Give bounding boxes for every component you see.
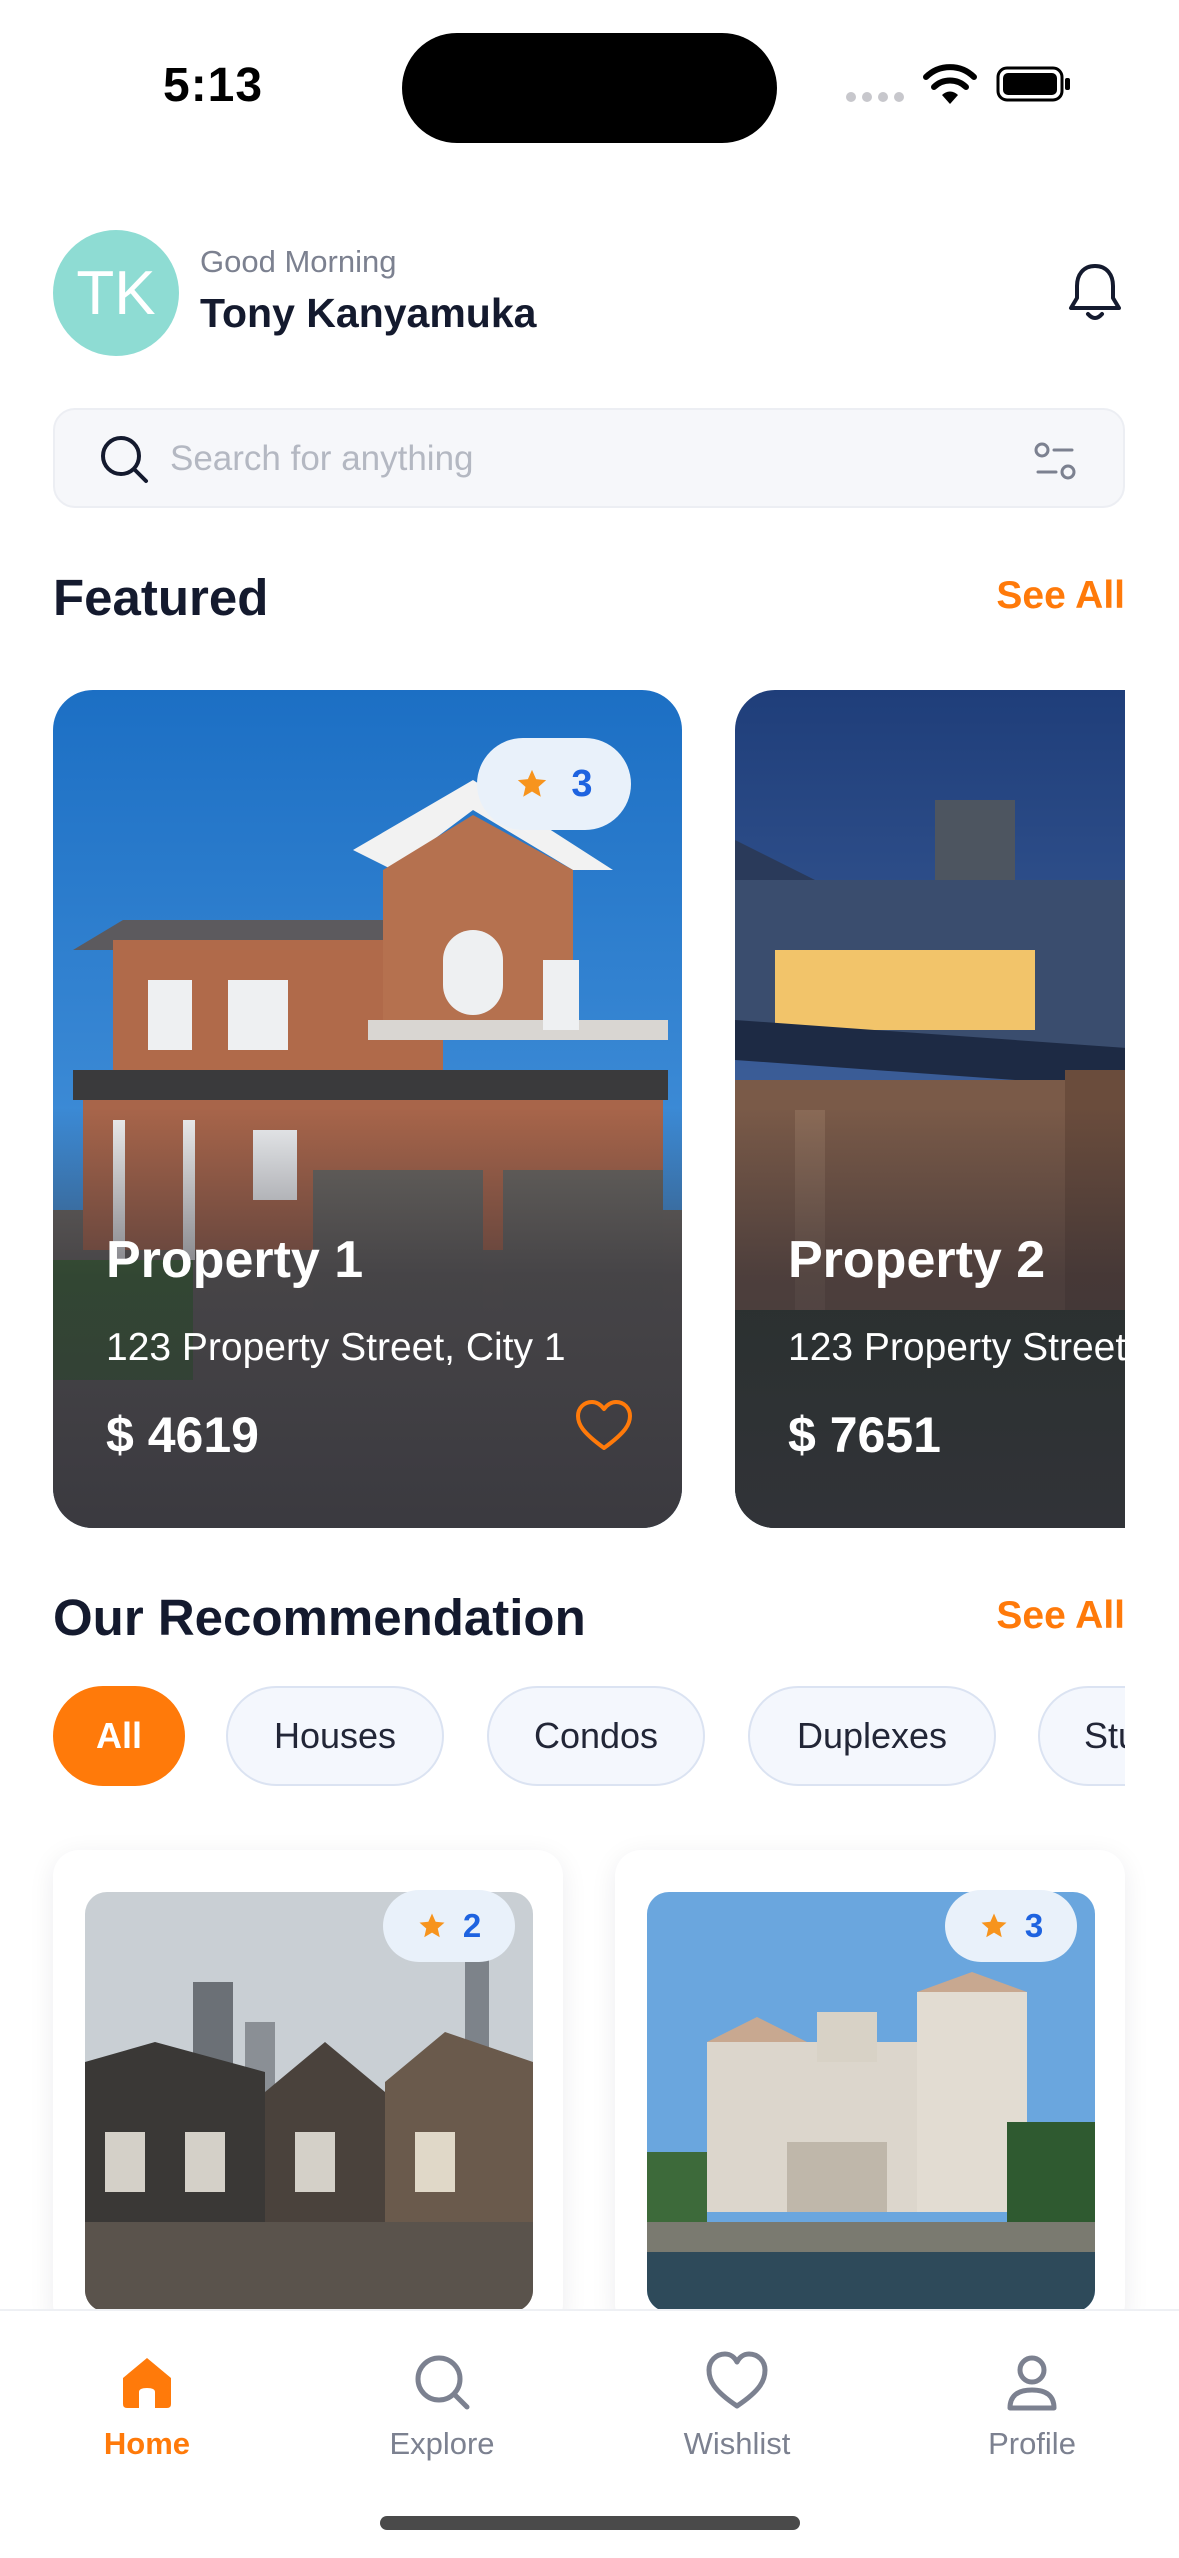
nav-label: Wishlist <box>683 2426 791 2461</box>
signal-dot-icon <box>862 92 872 102</box>
greeting-text: Good Morning <box>200 244 397 279</box>
dynamic-island <box>402 33 777 143</box>
search-icon <box>415 2355 470 2410</box>
signal-dot-icon <box>846 92 856 102</box>
rating-badge: 2 <box>383 1890 515 1962</box>
property-address: 123 Property Street, City 1 <box>106 1326 566 1369</box>
wifi-icon <box>923 64 977 104</box>
property-price: $ 4619 <box>106 1407 259 1463</box>
nav-item-explore[interactable]: Explore <box>342 2350 542 2462</box>
property-address: 123 Property Street, City 2 <box>788 1326 1125 1369</box>
rating-value: 2 <box>462 1907 482 1944</box>
property-name: Property 1 <box>106 1231 364 1289</box>
card-overlay <box>53 1108 682 1528</box>
property-name: Property 2 <box>788 1231 1046 1289</box>
battery-icon <box>996 66 1070 102</box>
recommendation-see-all-link[interactable]: See All <box>880 1594 1125 1638</box>
featured-see-all-link[interactable]: See All <box>880 574 1125 618</box>
rating-badge: 3 <box>477 738 631 830</box>
featured-card[interactable]: Property 2 123 Property Street, City 2 $… <box>735 690 1125 1528</box>
chip-duplexes[interactable]: Duplexes <box>748 1686 996 1786</box>
rating-badge: 3 <box>945 1890 1077 1962</box>
featured-carousel[interactable]: 3 Property 1 123 Property Street, City 1… <box>0 690 1125 1530</box>
star-icon <box>518 769 547 797</box>
recommendation-card[interactable]: 2 <box>53 1850 563 2330</box>
nav-item-home[interactable]: Home <box>47 2350 247 2462</box>
star-icon <box>981 1913 1007 1938</box>
signal-dot-icon <box>894 92 904 102</box>
bell-icon[interactable] <box>1066 260 1124 326</box>
signal-dot-icon <box>878 92 888 102</box>
search-icon <box>101 436 148 483</box>
rating-value: 3 <box>1024 1907 1044 1944</box>
filter-icon[interactable] <box>1032 438 1078 484</box>
property-price: $ 7651 <box>788 1407 941 1463</box>
nav-label: Profile <box>988 2426 1076 2461</box>
chip-all[interactable]: All <box>53 1686 185 1786</box>
category-chips: All Houses Condos Duplexes Studios <box>0 1680 1125 1800</box>
recommendation-title: Our Recommendation <box>53 1589 586 1646</box>
nav-item-wishlist[interactable]: Wishlist <box>637 2350 837 2462</box>
rating-value: 3 <box>571 762 593 805</box>
heart-icon[interactable] <box>574 1398 634 1454</box>
chip-studios[interactable]: Studios <box>1038 1686 1125 1786</box>
nav-label: Explore <box>389 2426 495 2461</box>
card-overlay <box>735 1108 1125 1528</box>
recommendation-card[interactable]: 3 <box>615 1850 1125 2330</box>
featured-title: Featured <box>53 569 269 626</box>
user-icon <box>1007 2355 1057 2411</box>
nav-item-profile[interactable]: Profile <box>932 2350 1132 2462</box>
home-indicator <box>380 2516 800 2530</box>
home-icon <box>123 2358 171 2408</box>
avatar[interactable]: TK <box>53 230 179 356</box>
chip-houses[interactable]: Houses <box>226 1686 444 1786</box>
nav-label: Home <box>103 2426 191 2461</box>
heart-icon <box>706 2351 768 2409</box>
star-icon <box>419 1913 445 1938</box>
featured-card[interactable]: 3 Property 1 123 Property Street, City 1… <box>53 690 682 1528</box>
user-name: Tony Kanyamuka <box>200 290 537 336</box>
chip-condos[interactable]: Condos <box>487 1686 705 1786</box>
status-time: 5:13 <box>163 59 264 112</box>
search-input[interactable] <box>170 432 970 486</box>
